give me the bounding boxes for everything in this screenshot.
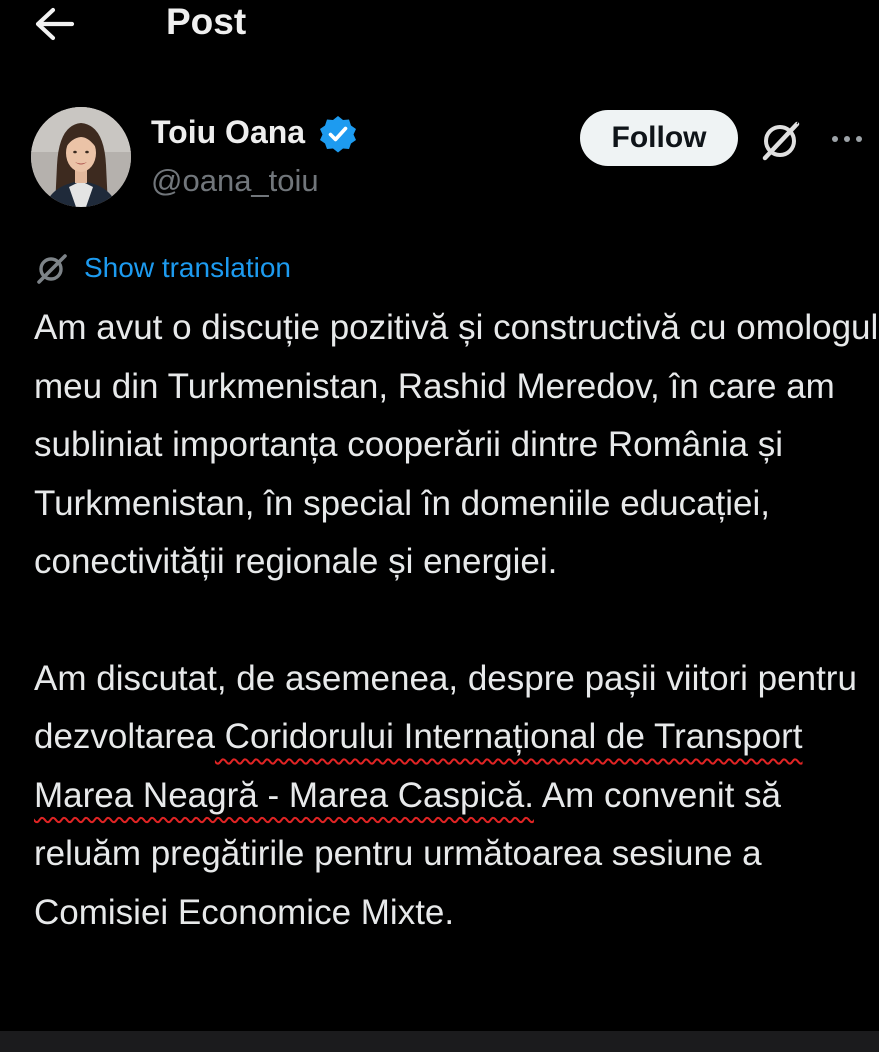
follow-button[interactable]: Follow [580,110,738,166]
verified-badge-icon [320,116,356,153]
author-handle[interactable]: @oana_toiu [151,162,319,200]
more-options-dot [844,136,850,142]
avatar-image [31,107,131,207]
more-options-dot [856,136,862,142]
avatar[interactable] [31,107,131,207]
author-name[interactable]: Toiu Oana [151,112,305,152]
post-paragraph: Am avut o discuție pozitivă și construct… [34,308,879,581]
more-options-button[interactable] [824,122,870,156]
grok-icon [37,254,67,284]
top-bar: Post [0,0,879,50]
post-author: Toiu Oana @oana_toiu Follow [0,100,879,220]
show-translation-label: Show translation [84,252,292,283]
grok-icon[interactable] [757,116,805,164]
back-button[interactable] [34,4,76,44]
post-paragraph: Am discutat, de asemenea, despre pașii v… [34,650,879,943]
more-options-icon [832,136,838,142]
show-translation-link[interactable]: Show translation [34,248,291,288]
arrow-left-icon [35,7,75,41]
post-text: Am avut o discuție pozitivă și construct… [34,299,879,942]
page-title: Post [166,1,247,42]
bottom-bar [0,1031,879,1052]
